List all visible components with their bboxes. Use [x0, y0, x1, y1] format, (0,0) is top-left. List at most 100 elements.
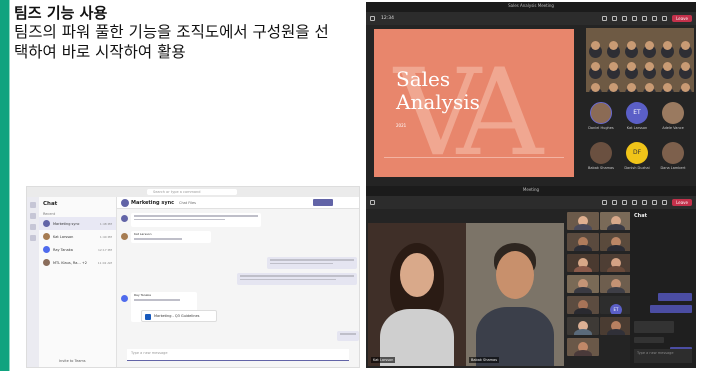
camera-icon[interactable] [642, 200, 648, 205]
slide-footer-rule [384, 157, 564, 158]
shared-slide: VA Sales Analysis 2021 [374, 29, 574, 177]
participant-tile[interactable] [567, 233, 599, 251]
participant-tile[interactable] [567, 296, 599, 314]
chat-icon[interactable] [30, 213, 36, 219]
list-item[interactable]: Ray Tanaka 12:17 PM [39, 243, 116, 256]
slide-year: 2021 [396, 123, 407, 128]
participant-name: Daniel Hughes [588, 126, 614, 130]
leave-button[interactable]: Leave [672, 15, 692, 22]
avatar [43, 233, 50, 240]
meeting-control-bar: Leave [366, 196, 696, 209]
chat-message-self [658, 293, 692, 301]
group-avatar [121, 199, 129, 207]
leave-button[interactable]: Leave [672, 199, 692, 206]
mic-icon[interactable] [652, 200, 658, 205]
grid-icon[interactable] [370, 16, 375, 21]
camera-icon[interactable] [642, 16, 648, 21]
chat-time: 1:48 PM [99, 221, 112, 226]
chat-message-self [650, 305, 692, 313]
more-icon[interactable] [632, 16, 638, 21]
reaction-icon[interactable] [622, 200, 628, 205]
title-bar: Meeting [366, 186, 696, 196]
audience-row [586, 28, 694, 50]
video-tile-speaker-2[interactable]: Babak Shamas [466, 223, 564, 366]
avatar-initials[interactable]: DF [626, 142, 648, 164]
video-tile-speaker-1[interactable]: Kat Larsson [368, 223, 466, 366]
participant-tile[interactable] [600, 317, 632, 335]
list-item[interactable]: Marketing sync 1:48 PM [39, 217, 116, 230]
meeting-control-bar: 12:34 Leave [366, 12, 696, 25]
message-bubble: Kat Larsson [131, 231, 211, 243]
people-icon[interactable] [602, 16, 608, 21]
teams-icon[interactable] [30, 224, 36, 230]
participant-tile[interactable] [567, 338, 599, 356]
window-title: Sales Analysis Meeting [508, 3, 554, 8]
speaker-name: Kat Larsson [371, 357, 396, 363]
file-name: Marketing - Q3 Guidelines [154, 314, 200, 318]
more-icon[interactable] [632, 200, 638, 205]
people-icon[interactable] [602, 200, 608, 205]
window-title: Meeting [522, 187, 540, 192]
invite-link[interactable]: Invite to Teams [59, 359, 86, 363]
meeting-chat-input[interactable]: Type a new message [634, 349, 692, 363]
participant-strip [567, 212, 599, 359]
share-icon[interactable] [662, 16, 668, 21]
avatar[interactable] [662, 142, 684, 164]
participant-name: Danish Duzhai [624, 166, 650, 170]
meeting-timer: 12:34 [381, 16, 394, 21]
participant-tile[interactable] [567, 212, 599, 230]
meeting-window-video: Meeting Leave Kat Larsson Babak Shamas E… [366, 186, 696, 368]
participant-name: Kat Larsson [626, 126, 648, 130]
participant-grid: Daniel Hughes ET Kat Larsson Adele Vance… [588, 98, 694, 182]
reaction-icon[interactable] [622, 16, 628, 21]
share-icon[interactable] [662, 200, 668, 205]
sender-name: Ray Tanaka [134, 293, 152, 297]
participant-tile[interactable] [567, 254, 599, 272]
title-bar: Search or type a command [27, 187, 359, 197]
chat-icon[interactable] [612, 200, 618, 205]
avatar[interactable] [590, 102, 612, 124]
participant-name: Babak Shamas [587, 166, 614, 170]
avatar [121, 295, 128, 302]
file-attachment[interactable]: Marketing - Q3 Guidelines [141, 310, 217, 322]
section-heading: 팀즈 기능 사용 [14, 4, 108, 22]
chat-icon[interactable] [612, 16, 618, 21]
participant-strip: ET [600, 212, 632, 338]
participant-tile[interactable] [600, 275, 632, 293]
chat-message [634, 321, 674, 333]
chat-list-header: Chat [43, 201, 58, 207]
together-mode-audience [586, 28, 694, 92]
conversation-tabs[interactable]: Chat Files [179, 201, 196, 205]
conversation-pane: Marketing sync Chat Files Kat Larsson Ra… [117, 197, 359, 367]
chat-name: MTL Klaus, Ra... +2 [53, 260, 88, 265]
search-input[interactable]: Search or type a command [147, 189, 237, 195]
slide-title-line2: Analysis [396, 90, 480, 114]
activity-icon[interactable] [30, 202, 36, 208]
list-item[interactable]: MTL Klaus, Ra... +2 11:02 AM [39, 256, 116, 269]
conversation-header: Marketing sync Chat Files [117, 197, 359, 209]
participant-tile[interactable] [600, 233, 632, 251]
sender-name: Kat Larsson [134, 232, 152, 236]
group-name: Marketing sync [131, 200, 175, 206]
participant-tile-initials[interactable]: ET [600, 296, 632, 314]
initials-badge: ET [610, 304, 622, 314]
meet-now-button[interactable] [313, 199, 333, 206]
chat-message [634, 337, 664, 343]
record-icon[interactable] [370, 200, 375, 205]
avatar-initials[interactable]: ET [626, 102, 648, 124]
participant-tile[interactable] [600, 212, 632, 230]
participant-tile[interactable] [567, 275, 599, 293]
participant-tile[interactable] [600, 254, 632, 272]
avatar[interactable] [662, 102, 684, 124]
word-file-icon [145, 314, 151, 320]
participant-tile[interactable] [567, 317, 599, 335]
avatar[interactable] [590, 142, 612, 164]
chat-time: 1:40 PM [99, 234, 112, 239]
accent-line [9, 0, 10, 371]
mic-icon[interactable] [652, 16, 658, 21]
chat-time: 11:02 AM [97, 260, 112, 265]
calendar-icon[interactable] [30, 235, 36, 241]
list-item[interactable]: Kat Larsson 1:40 PM [39, 230, 116, 243]
avatar [43, 246, 50, 253]
compose-box[interactable]: Type a new message [127, 349, 349, 361]
